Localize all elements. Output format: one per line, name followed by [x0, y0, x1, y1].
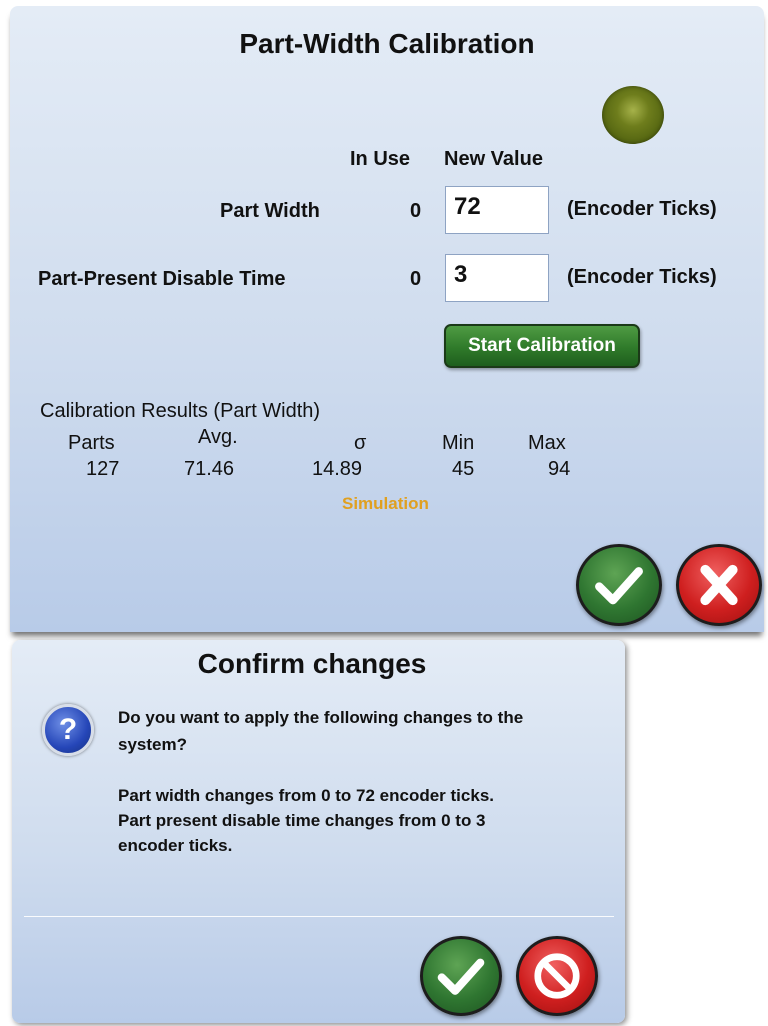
message-line-5: Part present disable time changes from 0… [118, 811, 486, 830]
dialog-title: Confirm changes [197, 648, 427, 679]
start-calibration-button[interactable]: Start Calibration [444, 324, 640, 368]
part-present-disable-time-label: Part-Present Disable Time [38, 268, 286, 290]
checkmark-icon [595, 567, 643, 605]
calibration-dialog: Part-Width Calibration In Use New Value … [10, 6, 764, 632]
cancel-button[interactable] [676, 544, 762, 626]
part-width-input[interactable]: 72 [445, 186, 549, 234]
confirm-changes-dialog: Confirm changes ? Do you want to apply t… [12, 640, 625, 1023]
results-value-sigma: 14.89 [312, 458, 363, 480]
x-icon [700, 564, 738, 606]
confirm-ok-button[interactable] [420, 936, 502, 1016]
results-value-parts: 127 [86, 458, 120, 480]
results-header-max: Max [528, 432, 566, 454]
part-width-label: Part Width [220, 200, 320, 222]
column-header-new-value: New Value [444, 148, 543, 170]
calibration-results-title: Calibration Results (Part Width) [40, 400, 321, 422]
part-width-in-use-value: 0 [410, 200, 422, 222]
ok-button[interactable] [576, 544, 662, 626]
message-line-2: system? [118, 735, 187, 754]
checkmark-icon [437, 958, 485, 995]
results-header-parts: Parts [68, 432, 115, 454]
status-indicator-light [602, 86, 664, 144]
results-header-sigma: σ [354, 432, 367, 454]
part-present-disable-time-in-use-value: 0 [410, 268, 422, 290]
results-value-max: 94 [548, 458, 571, 480]
message-line-4: Part width changes from 0 to 72 encoder … [118, 786, 494, 805]
part-present-disable-time-input[interactable]: 3 [445, 254, 549, 302]
message-line-1: Do you want to apply the following chang… [118, 708, 524, 727]
prohibited-icon [534, 953, 580, 999]
part-width-unit-label: (Encoder Ticks) [567, 198, 717, 220]
message-line-6: encoder ticks. [118, 836, 233, 855]
simulation-status-text: Simulation [342, 494, 429, 513]
divider [24, 916, 614, 917]
question-icon: ? [42, 704, 94, 756]
confirm-cancel-button[interactable] [516, 936, 598, 1016]
dialog-title: Part-Width Calibration [239, 28, 535, 59]
part-present-disable-time-unit-label: (Encoder Ticks) [567, 266, 717, 288]
results-header-min: Min [442, 432, 475, 454]
results-header-avg: Avg. [198, 426, 238, 448]
results-value-min: 45 [452, 458, 475, 480]
results-value-avg: 71.46 [184, 458, 235, 480]
column-header-in-use: In Use [350, 148, 411, 170]
